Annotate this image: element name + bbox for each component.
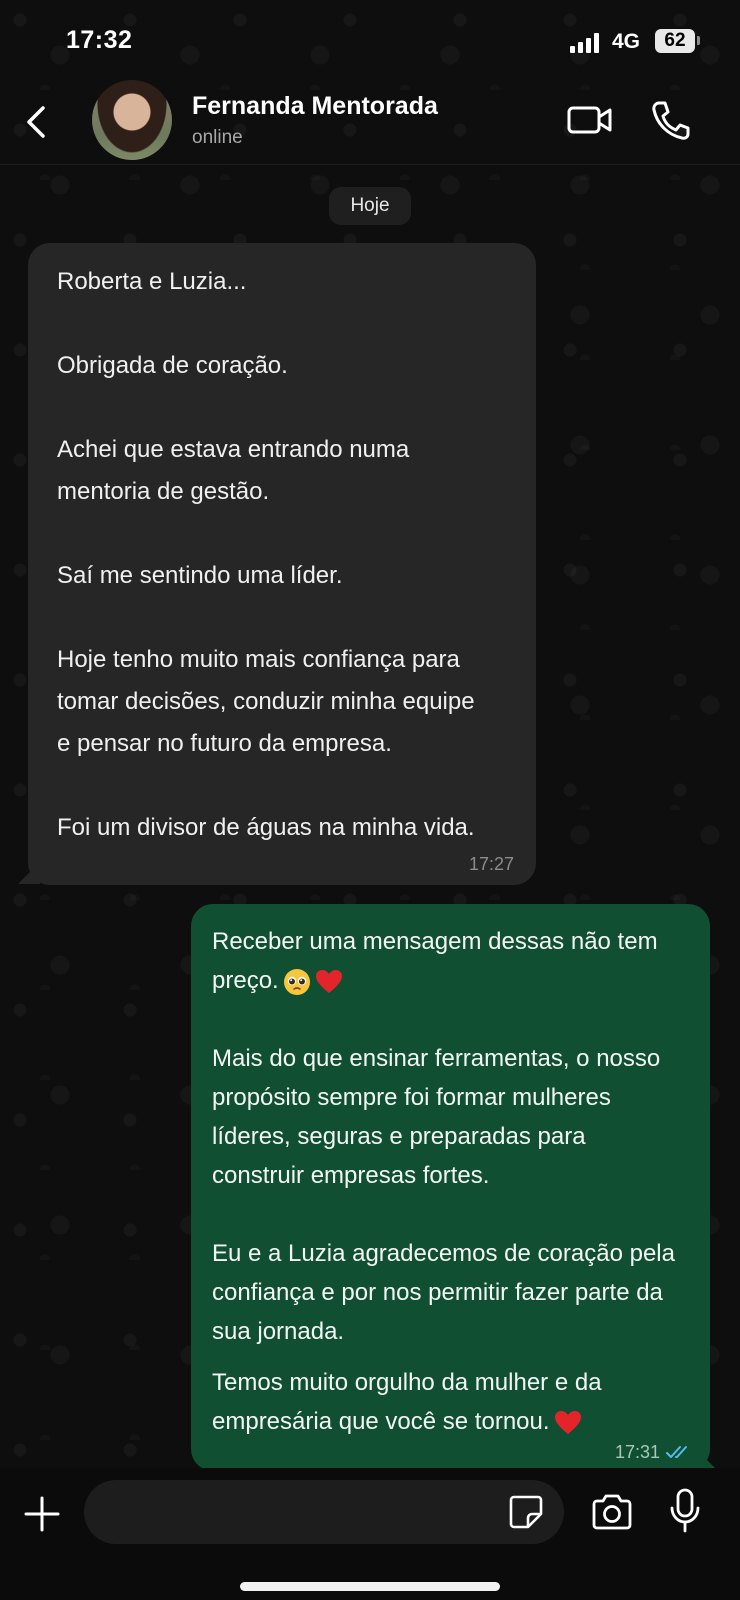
camera-icon	[592, 1494, 632, 1530]
message-line: sua jornada.	[212, 1318, 345, 1345]
message-line-with-emoji: empresária que você se tornou.	[212, 1402, 692, 1441]
double-check-icon	[666, 1446, 687, 1458]
message-input[interactable]	[84, 1480, 564, 1544]
message-line: líderes, seguras e preparadas para	[212, 1123, 586, 1150]
status-bar: 17:32 4G 62	[0, 0, 740, 80]
message-line: e pensar no futuro da empresa.	[57, 730, 392, 757]
date-chip: Hoje	[329, 187, 411, 225]
phone-icon	[652, 101, 690, 140]
voice-call-button[interactable]	[650, 98, 690, 142]
message-text: empresária que você se tornou.	[212, 1408, 550, 1435]
avatar[interactable]	[92, 80, 172, 160]
status-time: 17:32	[66, 26, 133, 54]
message-line: Obrigada de coração.	[57, 352, 288, 379]
battery-level: 62	[655, 29, 695, 53]
message-line: tomar decisões, conduzir minha equipe	[57, 688, 475, 715]
battery-icon	[697, 36, 700, 45]
message-line: Receber uma mensagem dessas não tem	[212, 928, 658, 955]
contact-status: online	[192, 127, 243, 148]
message-line: mentoria de gestão.	[57, 478, 270, 505]
sticker-button[interactable]	[508, 1494, 544, 1530]
back-button[interactable]	[16, 100, 56, 144]
red-heart-emoji-icon	[554, 1410, 581, 1434]
message-line: Achei que estava entrando numa	[57, 436, 410, 463]
pleading-face-emoji-icon	[283, 968, 310, 995]
sticker-icon	[509, 1495, 543, 1529]
message-time: 17:27	[468, 854, 514, 874]
video-camera-icon	[567, 106, 612, 134]
plus-icon	[24, 1496, 60, 1532]
home-indicator[interactable]	[240, 1582, 500, 1591]
message-line: Foi um divisor de águas na minha vida.	[57, 814, 475, 841]
signal-icon	[570, 33, 599, 53]
message-line: Hoje tenho muito mais confiança para	[57, 646, 460, 673]
network-label: 4G	[612, 30, 641, 53]
chevron-left-icon	[27, 106, 45, 138]
microphone-icon	[670, 1488, 700, 1533]
chat-screen: 17:32 4G 62 Fernanda Mentorada online Ho…	[0, 0, 740, 1600]
red-heart-emoji-icon	[315, 969, 342, 993]
contact-name[interactable]: Fernanda Mentorada	[192, 92, 438, 121]
message-line: construir empresas fortes.	[212, 1162, 490, 1189]
message-line: Eu e a Luzia agradecemos de coração pela	[212, 1240, 675, 1267]
message-meta: 17:31	[615, 1441, 692, 1463]
chat-header: Fernanda Mentorada online	[0, 80, 740, 164]
message-line: Mais do que ensinar ferramentas, o nosso	[212, 1045, 661, 1072]
outgoing-message[interactable]: Receber uma mensagem dessas não tem preç…	[191, 904, 710, 1471]
message-line: propósito sempre foi formar mulheres	[212, 1084, 611, 1111]
video-call-button[interactable]	[566, 100, 614, 140]
message-line-with-emoji: preço.	[212, 961, 692, 1000]
message-line: Saí me sentindo uma líder.	[57, 562, 343, 589]
attach-button[interactable]	[22, 1494, 62, 1534]
message-line: Roberta e Luzia...	[57, 268, 247, 295]
camera-button[interactable]	[590, 1492, 634, 1532]
message-text: preço.	[212, 967, 279, 994]
microphone-button[interactable]	[668, 1488, 702, 1534]
header-divider	[0, 164, 740, 165]
message-line: confiança e por nos permitir fazer parte…	[212, 1279, 663, 1306]
message-line: Temos muito orgulho da mulher e da	[212, 1369, 602, 1396]
incoming-message[interactable]: Roberta e Luzia... Obrigada de coração. …	[28, 243, 536, 885]
message-composer	[0, 1468, 740, 1600]
message-time: 17:31	[614, 1442, 660, 1462]
